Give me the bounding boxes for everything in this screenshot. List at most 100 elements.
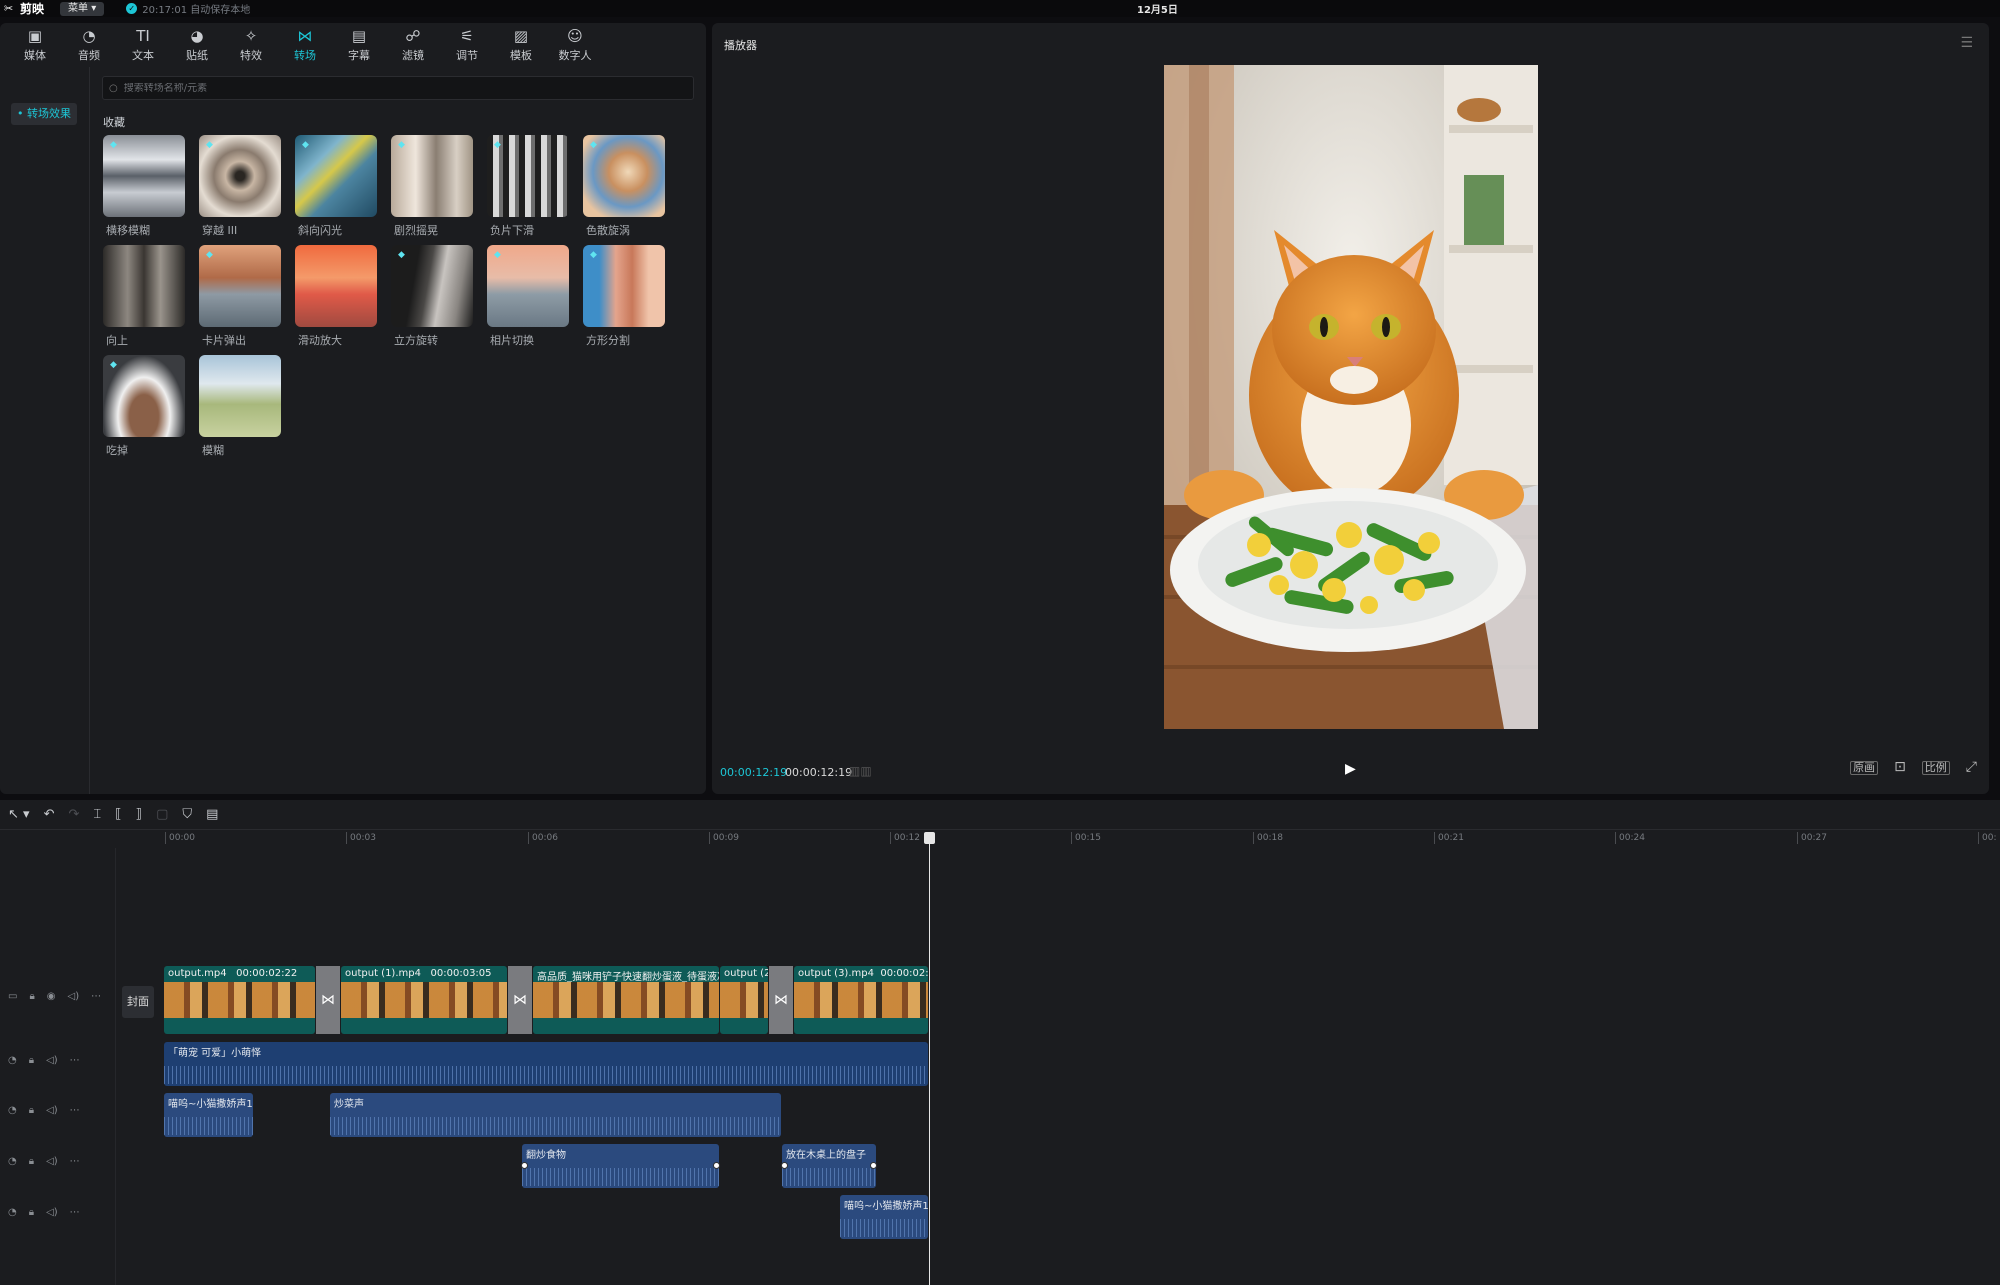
lock-icon[interactable]: 🔒︎ (29, 1055, 34, 1066)
transition-card[interactable]: ◆ 立方旋转 (391, 245, 473, 355)
tab-media[interactable]: ▣ 媒体 (8, 23, 62, 67)
split-right-icon[interactable]: ⟧ (136, 807, 142, 822)
tab-transition[interactable]: ⋈ 转场 (278, 23, 332, 67)
fullscreen-icon[interactable]: ⤢ (1964, 760, 1979, 775)
ratio-button[interactable]: 比例 (1921, 761, 1950, 775)
search-box: ○ (102, 76, 694, 100)
timecode-grid-icon[interactable]: ▥▥ (849, 764, 872, 778)
fade-in-handle[interactable] (521, 1162, 528, 1169)
transition-marker-icon[interactable]: ⋈ (508, 966, 532, 1034)
more-icon[interactable]: ⋯ (70, 1156, 80, 1167)
transition-card[interactable]: ◆ 卡片弹出 (199, 245, 281, 355)
audio-clip[interactable]: 喵呜~小猫撒娇声1 (164, 1093, 253, 1137)
diamond-icon: ◆ (398, 250, 405, 260)
transition-card[interactable]: ◆ 斜向闪光 (295, 135, 377, 245)
delete-icon[interactable]: ▢ (156, 807, 168, 822)
volume-icon[interactable]: ◁) (46, 1207, 58, 1218)
tab-digital-human[interactable]: ☺ 数字人 (548, 23, 602, 67)
play-button[interactable]: ▶ (1345, 761, 1356, 777)
tab-text[interactable]: TI 文本 (116, 23, 170, 67)
screenshot-icon[interactable]: ⊡ (1892, 760, 1908, 775)
cover-button[interactable]: 封面 (122, 986, 154, 1018)
transition-thumbnail: ◆ (583, 135, 665, 217)
tab-template[interactable]: ▨ 模板 (494, 23, 548, 67)
volume-icon[interactable]: ◁) (46, 1156, 58, 1167)
fade-in-handle[interactable] (781, 1162, 788, 1169)
transition-card[interactable]: ◆ 剧烈摇晃 (391, 135, 473, 245)
transition-card[interactable]: ◆ 穿越 III (199, 135, 281, 245)
more-icon[interactable]: ⋯ (70, 1105, 80, 1116)
eye-icon[interactable]: ◉ (47, 991, 56, 1002)
player-controls: 原画 ⊡ 比例 ⤢ (1850, 760, 1979, 775)
volume-icon[interactable]: ◁) (46, 1055, 58, 1066)
player-panel: 播放器 ☰ 00:00:12:19 00:00:12:19 ▥▥ ▶ 原画 ⊡ … (712, 23, 1989, 794)
video-preview[interactable] (1164, 65, 1538, 729)
video-clip[interactable]: output.mp4 00:00:02:22 (164, 966, 315, 1034)
more-icon[interactable]: ⋯ (91, 991, 101, 1002)
menu-icon[interactable]: ☰ (1960, 35, 1973, 51)
volume-icon[interactable]: ◁) (46, 1105, 58, 1116)
fade-out-handle[interactable] (870, 1162, 877, 1169)
track-headers: ▭ 🔒︎ ◉ ◁) ⋯ ◔ 🔒︎ ◁) ⋯ ◔ 🔒︎ ◁) ⋯ ◔ 🔒︎ ◁) ⋯ ◔ 🔒︎ ◁) ⋯ (0, 848, 116, 1285)
undo-icon[interactable]: ↶ (44, 807, 55, 822)
quality-button[interactable]: 原画 (1850, 761, 1879, 775)
transition-thumbnail (103, 245, 185, 327)
capcut-logo-icon: ✂ (4, 2, 14, 15)
lock-icon[interactable]: 🔒︎ (29, 991, 34, 1002)
transition-thumbnail (295, 245, 377, 327)
transition-marker-icon[interactable]: ⋈ (316, 966, 340, 1034)
lock-icon[interactable]: 🔒︎ (29, 1156, 34, 1167)
ruler-tick: 00:03 (346, 832, 376, 844)
tab-sticker[interactable]: ◕ 贴纸 (170, 23, 224, 67)
video-clip[interactable]: output (3).mp4 00:00:02:13 (794, 966, 928, 1034)
video-clip[interactable]: 高品质_猫咪用铲子快速翻炒蛋液_待蛋液凝 (533, 966, 719, 1034)
ruler-tick: 00:18 (1253, 832, 1283, 844)
transition-card[interactable]: ◆ 方形分割 (583, 245, 665, 355)
fade-out-handle[interactable] (713, 1162, 720, 1169)
lock-icon[interactable]: 🔒︎ (29, 1105, 34, 1116)
tab-filter[interactable]: ☍ 滤镜 (386, 23, 440, 67)
shield-icon[interactable]: ⛉ (182, 807, 192, 822)
menu-button[interactable]: 菜单 ▾ (60, 1, 105, 16)
split-icon[interactable]: ⌶ (93, 807, 101, 822)
transition-card[interactable]: ◆ 负片下滑 (487, 135, 569, 245)
transition-thumbnail: ◆ (103, 135, 185, 217)
more-icon[interactable]: ⋯ (70, 1207, 80, 1218)
auto-caption-icon[interactable]: ▤ (206, 807, 218, 822)
transition-card[interactable]: ◆ 色散旋涡 (583, 135, 665, 245)
transition-card[interactable]: 滑动放大 (295, 245, 377, 355)
transition-card[interactable]: ◆ 横移模糊 (103, 135, 185, 245)
search-input[interactable] (123, 82, 684, 94)
tab-effects[interactable]: ✧ 特效 (224, 23, 278, 67)
playhead[interactable] (924, 832, 935, 1285)
audio-clip[interactable]: 炒菜声 (330, 1093, 781, 1137)
audio-track-header: ◔ 🔒︎ ◁) ⋯ (8, 1207, 80, 1218)
redo-icon[interactable]: ↷ (68, 807, 79, 822)
video-clip[interactable]: output (2) (720, 966, 768, 1034)
split-left-icon[interactable]: ⟦ (115, 807, 121, 822)
transition-card[interactable]: 向上 (103, 245, 185, 355)
tab-subtitle[interactable]: ▤ 字幕 (332, 23, 386, 67)
transition-card[interactable]: ◆ 吃掉 (103, 355, 185, 465)
music-clip[interactable]: 「萌宠 可爱」小萌怿 (164, 1042, 928, 1086)
transition-card[interactable]: 模糊 (199, 355, 281, 465)
select-tool-icon[interactable]: ↖ ▾ (8, 807, 30, 822)
lock-icon[interactable]: 🔒︎ (29, 1207, 34, 1218)
tab-adjust[interactable]: ⚟ 调节 (440, 23, 494, 67)
transition-card[interactable]: ◆ 相片切换 (487, 245, 569, 355)
audio-clip[interactable]: 翻炒食物 (521, 1144, 720, 1188)
audio-track-icon: ◔ (8, 1055, 17, 1066)
ruler-tick: 00:24 (1615, 832, 1645, 844)
playhead-handle[interactable] (924, 832, 935, 844)
audio-clip[interactable]: 放在木桌上的盘子 (781, 1144, 877, 1188)
tab-audio[interactable]: ◔ 音频 (62, 23, 116, 67)
volume-icon[interactable]: ◁) (68, 991, 80, 1002)
category-transition-effects[interactable]: • 转场效果 (11, 103, 77, 125)
transition-marker-icon[interactable]: ⋈ (769, 966, 793, 1034)
audio-clip[interactable]: 喵呜~小猫撒娇声1 (840, 1195, 928, 1239)
more-icon[interactable]: ⋯ (70, 1055, 80, 1066)
transition-thumbnail: ◆ (583, 245, 665, 327)
video-clip[interactable]: output (1).mp4 00:00:03:05 (341, 966, 507, 1034)
time-ruler[interactable]: 00:00 00:03 00:06 00:09 00:12 00:15 00:1… (0, 830, 2000, 848)
diamond-icon: ◆ (494, 140, 501, 150)
